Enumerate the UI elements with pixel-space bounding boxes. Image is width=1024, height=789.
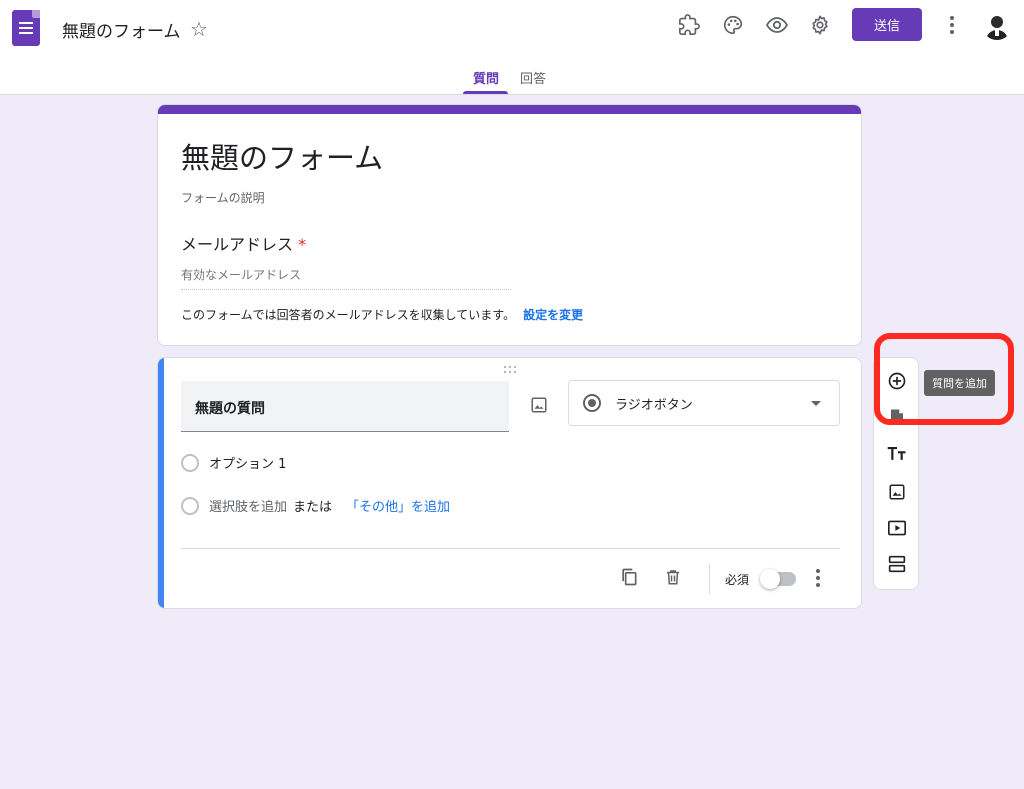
option-row[interactable]: オプション 1 [181,453,286,472]
dropdown-arrow-icon [811,401,821,406]
required-label: 必須 [725,573,750,587]
email-collection-notice: このフォームでは回答者のメールアドレスを収集しています。 設定を変更 [181,306,583,323]
question-card[interactable]: 無題の質問 ラジオボタン オプション 1 選択肢を追加 または 「その他」を追加… [157,357,862,609]
settings-gear-icon[interactable] [807,12,833,38]
footer-separator [709,564,710,594]
active-tab-indicator [463,91,508,94]
tab-responses[interactable]: 回答 [520,68,546,87]
radio-empty-icon [181,453,199,472]
email-field: 有効なメールアドレス [181,266,511,290]
add-video-icon[interactable] [885,516,909,540]
question-type-label: ラジオボタン [615,397,693,413]
form-title[interactable]: 無題のフォーム [181,135,383,177]
question-type-select[interactable]: ラジオボタン [568,380,840,426]
add-title-text-icon[interactable] [885,442,909,466]
question-more-icon[interactable] [814,568,822,588]
forms-logo-icon[interactable] [12,10,40,46]
option-label[interactable]: オプション 1 [209,453,286,472]
add-option-row: 選択肢を追加 または 「その他」を追加 [181,496,450,515]
tab-questions[interactable]: 質問 [473,68,499,87]
change-settings-link[interactable]: 設定を変更 [523,308,583,322]
preview-eye-icon[interactable] [764,12,790,38]
add-image-icon[interactable] [527,393,551,417]
add-option-link[interactable]: 選択肢を追加 [209,496,287,515]
star-icon[interactable]: ☆ [190,17,208,41]
palette-icon[interactable] [720,12,746,38]
email-question-label: メールアドレス * [181,231,306,255]
drag-handle-icon[interactable] [504,366,518,374]
add-question-tooltip: 質問を追加 [924,370,995,396]
divider [181,548,840,549]
required-asterisk: * [298,235,307,254]
required-toggle[interactable] [760,569,796,589]
notice-text: このフォームでは回答者のメールアドレスを収集しています。 [181,308,516,322]
or-text: または [293,500,333,515]
document-title[interactable]: 無題のフォーム [62,17,181,42]
active-question-indicator [158,358,164,608]
send-button[interactable]: 送信 [852,8,922,41]
radio-button-icon [583,394,601,412]
avatar[interactable] [982,10,1012,40]
radio-empty-icon [181,496,199,515]
delete-trash-icon[interactable] [662,566,684,588]
email-label-text: メールアドレス [181,235,294,254]
duplicate-icon[interactable] [618,566,640,588]
top-bar: 無題のフォーム ☆ 送信 質問 回答 [0,0,1024,95]
add-ons-puzzle-icon[interactable] [676,12,702,38]
question-title-input[interactable]: 無題の質問 [181,381,509,432]
add-image-icon[interactable] [885,480,909,504]
theme-color-bar [158,105,861,114]
add-section-icon[interactable] [885,552,909,576]
form-description-field[interactable]: フォームの説明 [181,189,265,206]
form-header-card: 無題のフォーム フォームの説明 メールアドレス * 有効なメールアドレス このフ… [157,104,862,346]
add-other-link[interactable]: 「その他」を追加 [346,496,450,515]
more-options-icon[interactable] [944,14,960,36]
